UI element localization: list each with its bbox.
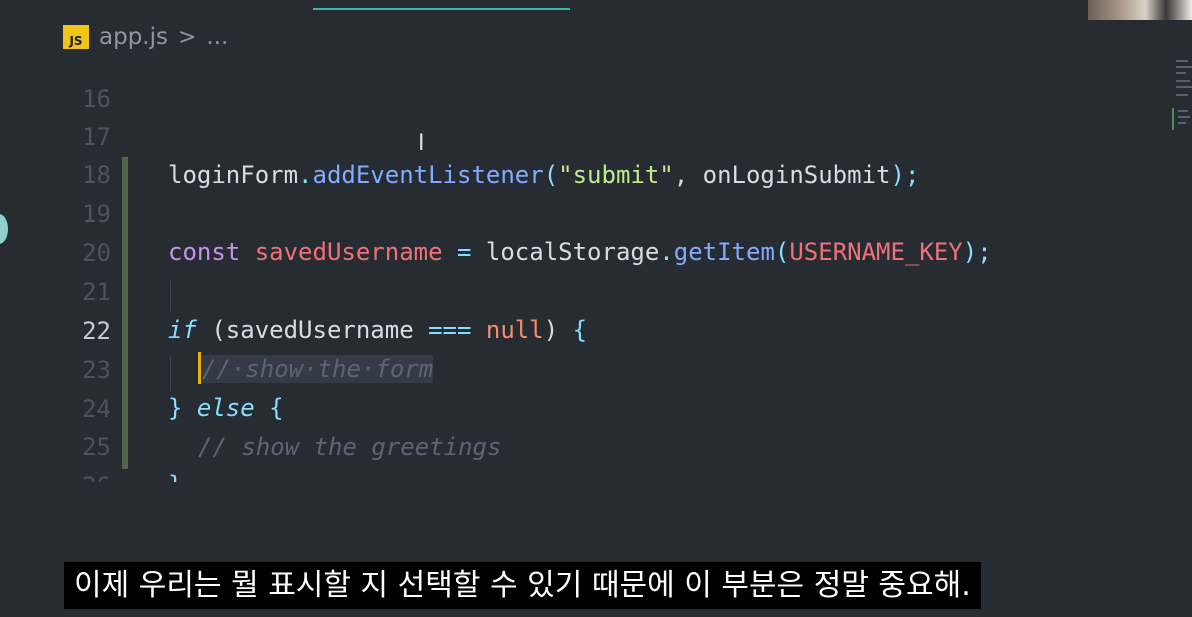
indent-guide — [170, 281, 171, 311]
minimap-change-marker — [1172, 108, 1174, 130]
git-change-indicator[interactable] — [122, 157, 128, 469]
minimap[interactable] — [1172, 58, 1192, 138]
code-line: 25 } — [0, 390, 1160, 482]
code-editor[interactable]: 16 17 loginForm.addEventListener("submit… — [0, 52, 1160, 482]
code-line: 16 — [0, 52, 1160, 113]
code-line: 21 if (savedUsername === null) { — [0, 235, 1160, 344]
code-line: 24 // show the greetings — [0, 352, 1160, 461]
chevron-right-icon: > — [177, 24, 197, 50]
mouse-ibeam-cursor-icon: I — [418, 131, 425, 156]
indent-guide — [170, 357, 171, 391]
video-subtitle: 이제 우리는 뭘 표시할 지 선택할 수 있기 때문에 이 부분은 정말 중요해… — [64, 562, 981, 609]
webcam-overlay — [1088, 0, 1192, 20]
active-tab-indicator — [313, 8, 570, 10]
code-line: 20 — [0, 196, 1160, 267]
code-line: 26 — [0, 429, 1160, 482]
javascript-file-icon: JS — [63, 25, 89, 49]
breadcrumb-ellipsis[interactable]: ... — [206, 24, 228, 50]
breadcrumb[interactable]: JS app.js > ... — [63, 22, 228, 52]
breadcrumb-filename[interactable]: app.js — [99, 24, 168, 50]
code-text: } — [168, 466, 182, 482]
code-line: 17 loginForm.addEventListener("submit", … — [0, 80, 1160, 189]
code-line: 18 — [0, 118, 1160, 189]
code-line: 23 } else { — [0, 313, 1160, 422]
code-line-active: 22 //·show·the·form — [0, 274, 1160, 384]
line-number: 26 — [55, 467, 111, 482]
code-line: 19 const savedUsername = localStorage.ge… — [0, 157, 1160, 266]
